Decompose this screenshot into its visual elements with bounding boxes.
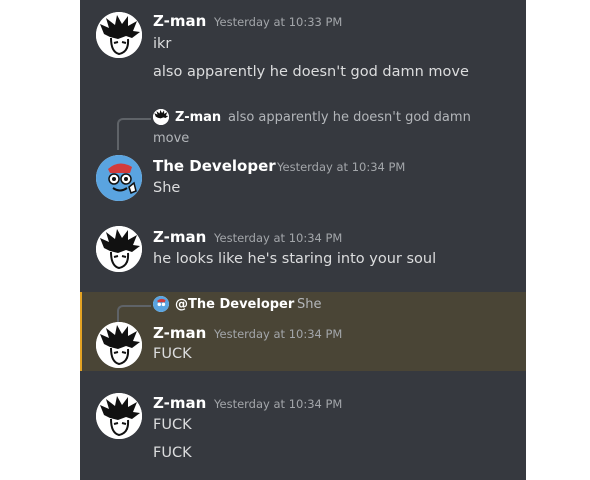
message-timestamp: Yesterday at 10:33 PM [214, 15, 343, 29]
message-timestamp: Yesterday at 10:34 PM [277, 160, 406, 174]
message-text: She [153, 180, 181, 196]
reply-connector [117, 118, 151, 150]
message-timestamp: Yesterday at 10:34 PM [214, 231, 343, 245]
zman-avatar-icon[interactable] [96, 226, 142, 272]
message-author[interactable]: Z-man [153, 228, 206, 246]
message-timestamp: Yesterday at 10:34 PM [214, 327, 343, 341]
message-author[interactable]: Z-man [153, 324, 206, 342]
message-text: he looks like he's staring into your sou… [153, 251, 437, 267]
message-author[interactable]: The Developer [153, 157, 276, 175]
message-text: ikr [153, 36, 172, 52]
zman-avatar-icon[interactable] [153, 109, 169, 125]
message-text: FUCK [153, 346, 192, 362]
developer-avatar-icon[interactable] [153, 296, 169, 312]
message-author[interactable]: Z-man [153, 394, 206, 412]
reply-author[interactable]: Z-man [175, 110, 221, 125]
reply-preview-text[interactable]: also apparently he doesn't god damn [228, 110, 471, 125]
developer-avatar-icon[interactable] [96, 155, 142, 201]
message-timestamp: Yesterday at 10:34 PM [214, 397, 343, 411]
reply-author[interactable]: @The Developer [175, 297, 294, 312]
zman-avatar-icon[interactable] [96, 12, 142, 58]
zman-avatar-icon[interactable] [96, 322, 142, 368]
message-author[interactable]: Z-man [153, 12, 206, 30]
message-text: FUCK [153, 445, 192, 461]
zman-avatar-icon[interactable] [96, 393, 142, 439]
message-text: also apparently he doesn't god damn move [153, 64, 469, 80]
chat-message-list: Z-man Yesterday at 10:33 PM ikr also app… [80, 0, 526, 480]
message-text: FUCK [153, 417, 192, 433]
reply-preview-text[interactable]: move [153, 131, 189, 146]
reply-preview-text[interactable]: She [297, 297, 322, 312]
